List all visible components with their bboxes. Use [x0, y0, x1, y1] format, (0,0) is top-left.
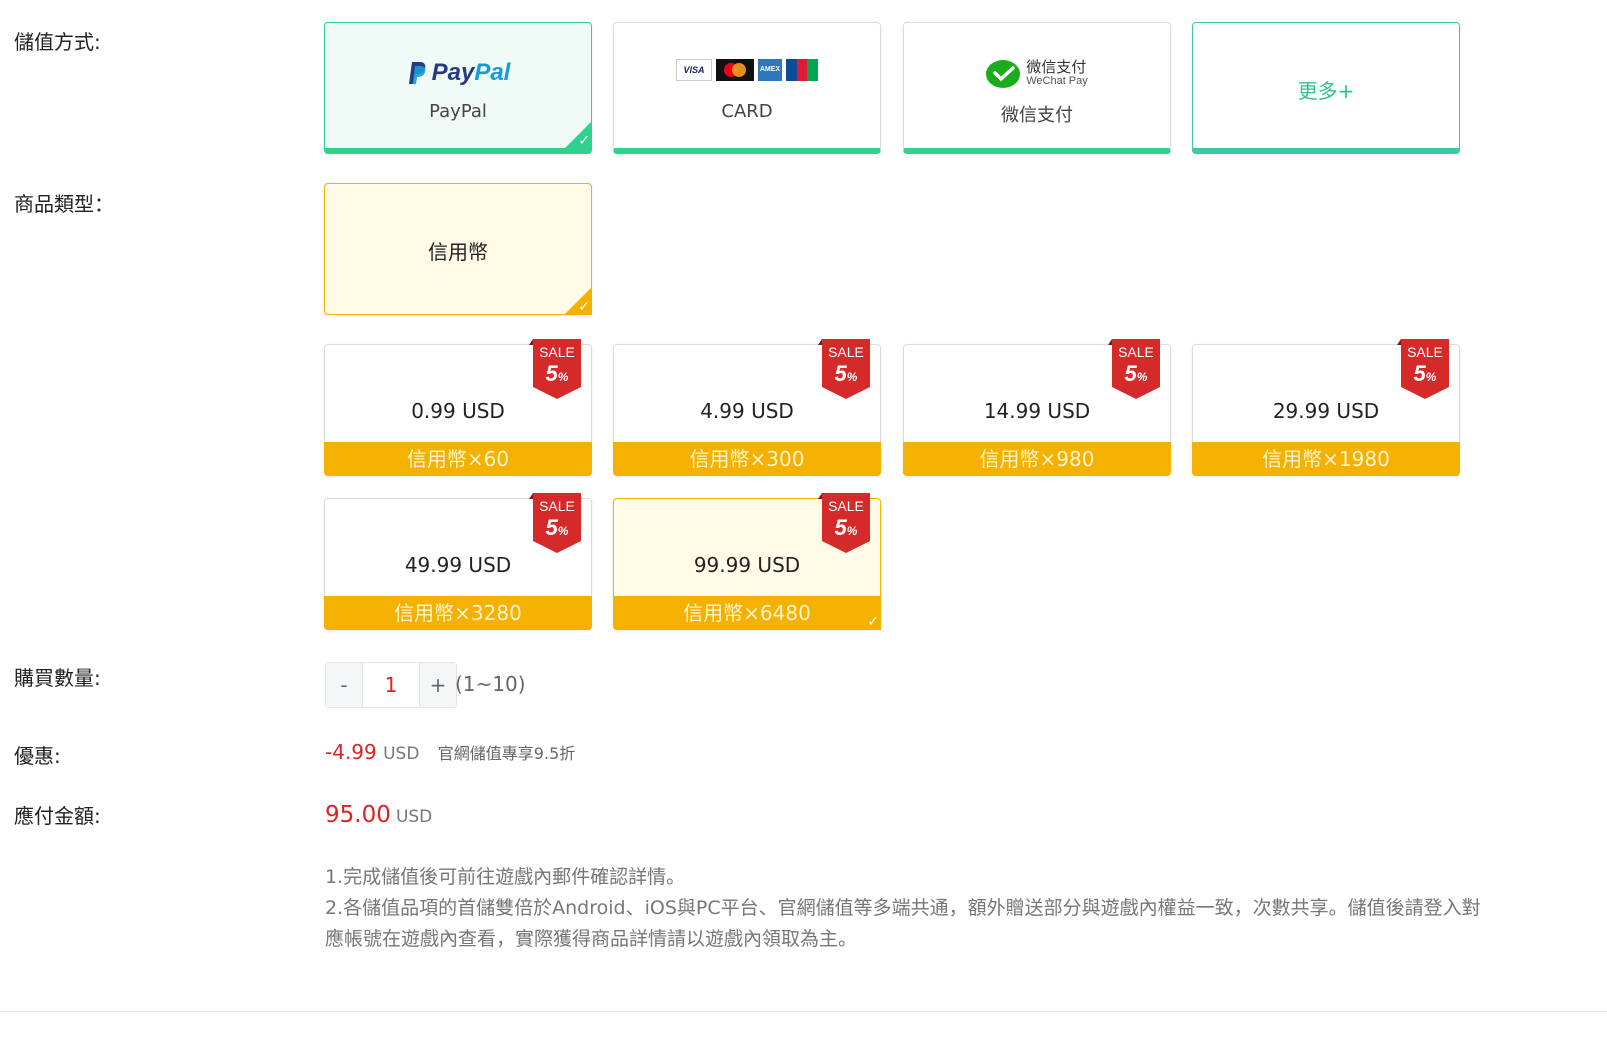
- product-price: 99.99 USD: [693, 553, 801, 577]
- paypal-logo: PayPal: [325, 59, 591, 87]
- sale-badge-icon: SALE 5%: [818, 493, 874, 555]
- sale-badge-top: SALE: [828, 344, 864, 360]
- discount-unit: USD: [383, 744, 420, 764]
- selected-check-icon: ✓: [564, 287, 592, 315]
- sale-badge-top: SALE: [828, 498, 864, 514]
- product-credits: 信用幣×980: [903, 442, 1171, 476]
- discount-note: 官網儲值專享9.5折: [437, 744, 576, 763]
- amount-due-label: 應付金額:: [14, 804, 101, 828]
- sale-badge-value: 5%: [1124, 361, 1148, 386]
- note-line: 1.完成儲值後可前往遊戲內郵件確認詳情。: [325, 866, 686, 888]
- sale-badge-value: 5%: [834, 361, 858, 386]
- total-amount: 95.00: [325, 802, 391, 828]
- discount-label: 優惠:: [14, 744, 61, 768]
- wechat-logo-sub: WeChat Pay: [1026, 75, 1088, 87]
- note-line: 2.各儲值品項的首儲雙倍於Android、iOS與PC平台、官網儲值等多端共通，…: [325, 897, 1481, 950]
- product-option[interactable]: SALE 5% 0.99 USD 信用幣×60: [324, 339, 592, 476]
- sale-badge-icon: SALE 5%: [529, 493, 585, 555]
- jcb-icon: [786, 59, 819, 81]
- product-price: 49.99 USD: [404, 553, 512, 577]
- sale-badge-top: SALE: [539, 344, 575, 360]
- visa-icon: VISA: [676, 59, 712, 81]
- total-unit: USD: [395, 807, 433, 827]
- total-row: 95.00 USD: [325, 802, 432, 828]
- payment-option-label: CARD: [721, 101, 773, 122]
- selected-check-icon: ✓: [564, 121, 592, 149]
- card-logos: VISA AMEX: [614, 59, 880, 81]
- sale-badge-value: 5%: [1413, 361, 1437, 386]
- product-type-text: 信用幣: [428, 240, 488, 264]
- product-credits: 信用幣×1980: [1192, 442, 1460, 476]
- payment-option-label: 微信支付: [1001, 105, 1073, 126]
- product-option[interactable]: SALE 5% 99.99 USD 信用幣×6480 ✓: [613, 493, 881, 630]
- payment-option-more[interactable]: 更多+: [1192, 22, 1460, 154]
- payment-method-label: 儲值方式:: [14, 30, 101, 54]
- sale-badge-top: SALE: [1118, 344, 1154, 360]
- quantity-input[interactable]: [362, 663, 420, 707]
- sale-badge-top: SALE: [539, 498, 575, 514]
- quantity-range: (1~10): [455, 672, 526, 696]
- paypal-icon: [408, 62, 425, 84]
- product-price: 14.99 USD: [983, 399, 1091, 423]
- sale-badge-top: SALE: [1407, 344, 1443, 360]
- discount-amount: -4.99: [325, 740, 377, 764]
- mastercard-icon: [716, 59, 754, 81]
- payment-option-card[interactable]: VISA AMEX CARD: [613, 22, 881, 154]
- divider: [0, 1011, 1607, 1012]
- product-credits: 信用幣×3280: [324, 596, 592, 630]
- selected-check-icon: ✓: [853, 602, 881, 630]
- payment-option-label: PayPal: [429, 101, 487, 122]
- product-credits: 信用幣×300: [613, 442, 881, 476]
- sale-badge-icon: SALE 5%: [1397, 339, 1453, 401]
- wechat-logo-title: 微信支付: [1026, 58, 1087, 76]
- sale-badge-value: 5%: [834, 515, 858, 540]
- increase-button[interactable]: +: [420, 663, 456, 707]
- wechat-logo: 微信支付 WeChat Pay: [904, 59, 1170, 89]
- product-type-label: 商品類型：: [14, 192, 114, 216]
- quantity-stepper[interactable]: - +: [325, 662, 457, 708]
- product-price: 0.99 USD: [411, 399, 505, 423]
- sale-badge-value: 5%: [545, 515, 569, 540]
- sale-badge-value: 5%: [545, 361, 569, 386]
- sale-badge-icon: SALE 5%: [529, 339, 585, 401]
- product-type-option[interactable]: 信用幣 ✓: [324, 183, 592, 315]
- product-credits: 信用幣×60: [324, 442, 592, 476]
- product-price: 4.99 USD: [700, 399, 794, 423]
- amex-icon: AMEX: [758, 59, 782, 81]
- product-credits: 信用幣×6480: [613, 596, 881, 630]
- decrease-button[interactable]: -: [326, 663, 362, 707]
- wechat-pay-icon: [986, 60, 1021, 88]
- product-option[interactable]: SALE 5% 4.99 USD 信用幣×300: [613, 339, 881, 476]
- sale-badge-icon: SALE 5%: [1108, 339, 1164, 401]
- payment-option-wechat[interactable]: 微信支付 WeChat Pay 微信支付: [903, 22, 1171, 154]
- sale-badge-icon: SALE 5%: [818, 339, 874, 401]
- notes: 1.完成儲值後可前往遊戲內郵件確認詳情。 2.各儲值品項的首儲雙倍於Androi…: [325, 862, 1485, 955]
- payment-option-paypal[interactable]: PayPal PayPal ✓: [324, 22, 592, 154]
- product-option[interactable]: SALE 5% 29.99 USD 信用幣×1980: [1192, 339, 1460, 476]
- product-option[interactable]: SALE 5% 14.99 USD 信用幣×980: [903, 339, 1171, 476]
- product-price: 29.99 USD: [1272, 399, 1380, 423]
- discount-row: -4.99 USD 官網儲值專享9.5折: [325, 740, 575, 764]
- quantity-label: 購買數量:: [14, 666, 101, 690]
- more-label: 更多+: [1297, 79, 1355, 103]
- product-option[interactable]: SALE 5% 49.99 USD 信用幣×3280: [324, 493, 592, 630]
